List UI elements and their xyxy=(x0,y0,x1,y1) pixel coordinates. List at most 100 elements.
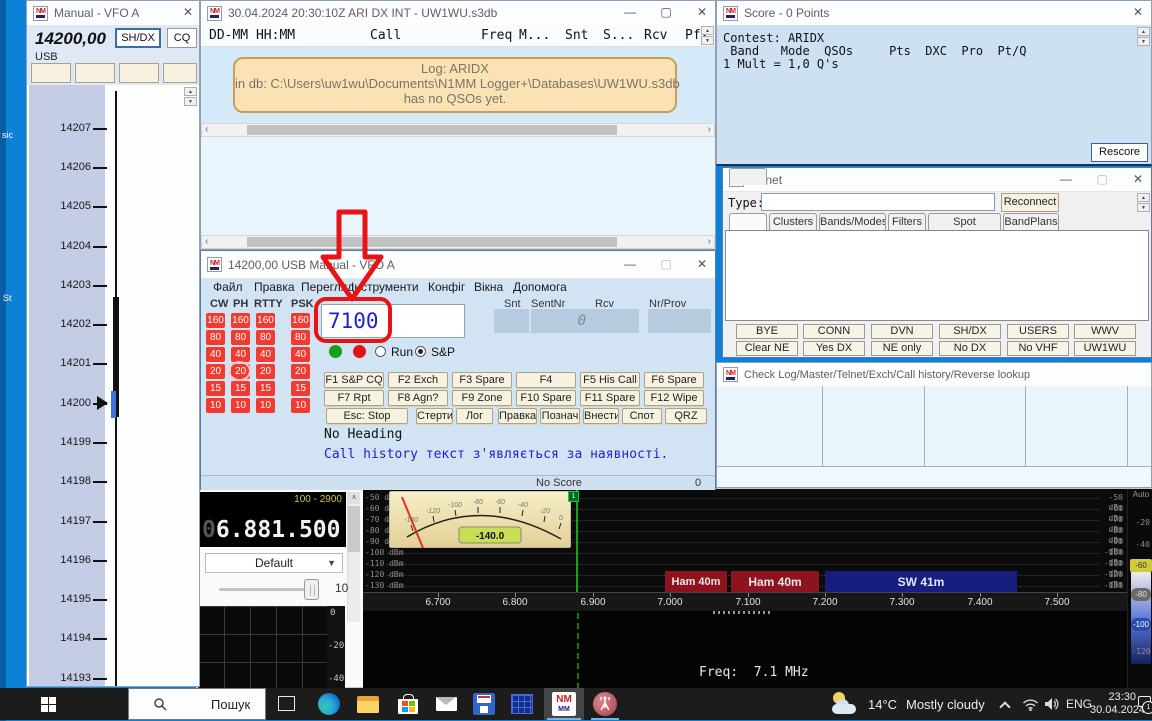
band-button[interactable]: 40 xyxy=(206,347,225,362)
telnet-ne-only-button[interactable]: NE only xyxy=(871,341,933,356)
store-button[interactable]: Внести xyxy=(583,408,619,424)
score-spinner[interactable]: ▲▼ xyxy=(1137,27,1150,47)
bandmap-map[interactable]: 14207 14206 14205 14204 14203 14202 1420… xyxy=(27,85,199,686)
tab-filters[interactable]: Filters xyxy=(888,213,926,230)
band-button[interactable]: 160 xyxy=(206,313,225,328)
log-column-header[interactable]: Snt xyxy=(565,28,588,43)
wipe-button[interactable]: Стерти xyxy=(416,408,453,424)
sdr-volume-slider-thumb[interactable] xyxy=(304,579,319,600)
telnet-output[interactable] xyxy=(725,230,1149,321)
n1mm-taskbar-slot[interactable]: NM MM xyxy=(544,688,584,720)
tab-spot-comment[interactable]: Spot Comment xyxy=(928,213,1001,230)
telnet-spinner[interactable]: ▲▼ xyxy=(1137,193,1150,213)
menu-view[interactable]: Перегляд xyxy=(301,280,354,294)
log-column-header[interactable]: M... xyxy=(519,28,550,43)
telnet-shdx-button[interactable]: SH/DX xyxy=(939,324,1001,339)
clock[interactable]: 23:30 30.04.2024 xyxy=(1090,691,1136,717)
telnet-clear-ne-button[interactable]: Clear NE xyxy=(736,341,798,356)
sp-radio[interactable] xyxy=(415,346,426,357)
bandmap-spinner[interactable]: ▲▼ xyxy=(184,87,197,107)
band-button[interactable]: 10 xyxy=(291,398,310,413)
menu-edit[interactable]: Правка xyxy=(254,280,295,294)
menu-config[interactable]: Конфіг xyxy=(428,280,465,294)
f7-button[interactable]: F7 Rpt Exch xyxy=(324,390,384,406)
log-column-header[interactable]: Freq xyxy=(481,28,512,43)
edge-icon[interactable] xyxy=(318,693,340,715)
nrprov-field[interactable] xyxy=(648,309,711,333)
sdr-spectrum[interactable]: -50 dBm -60 dBm -70 dBm -80 dBm -90 dBm … xyxy=(363,489,1127,689)
rescore-button[interactable]: Rescore xyxy=(1091,143,1148,162)
band-button[interactable]: 40 xyxy=(231,347,250,362)
log-column-header[interactable]: DD-MM HH:MM xyxy=(209,28,295,43)
tray-chevron-icon[interactable] xyxy=(999,701,1010,712)
scroll-right-icon[interactable]: › xyxy=(708,124,711,135)
language-indicator[interactable]: ENG xyxy=(1066,697,1092,711)
weather-condition[interactable]: Mostly cloudy xyxy=(906,697,985,712)
level-chip[interactable]: -80 xyxy=(1131,588,1151,601)
close-icon[interactable]: ✕ xyxy=(1129,5,1147,19)
weather-icon[interactable] xyxy=(830,692,864,716)
band-button[interactable]: 15 xyxy=(291,381,310,396)
close-icon[interactable]: ✕ xyxy=(179,5,197,19)
scroll-right-icon[interactable]: › xyxy=(708,236,711,247)
callsign-input[interactable]: 7100 xyxy=(321,304,465,338)
bandmap-field[interactable] xyxy=(163,63,197,83)
scroll-left-icon[interactable]: ‹ xyxy=(205,124,208,135)
run-radio[interactable] xyxy=(375,346,386,357)
tab-bands-modes[interactable]: Bands/Modes xyxy=(819,213,886,230)
telnet-no-dx-button[interactable]: No DX xyxy=(939,341,1001,356)
menu-file[interactable]: Файл xyxy=(213,280,243,294)
scrollbar-thumb[interactable] xyxy=(348,506,360,552)
store-icon[interactable] xyxy=(398,694,418,715)
level-chip[interactable]: -100 xyxy=(1131,618,1151,631)
file-explorer-icon[interactable] xyxy=(357,696,379,713)
sdr-volume-slider[interactable] xyxy=(219,588,311,591)
level-slider-thumb[interactable]: -60 xyxy=(1130,559,1152,572)
band-button[interactable]: 160 xyxy=(256,313,275,328)
band-button[interactable]: 80 xyxy=(206,330,225,345)
menu-windows[interactable]: Вікна xyxy=(474,280,503,294)
f4-button[interactable]: F4 UW1WU xyxy=(516,372,576,388)
f10-button[interactable]: F10 Spare xyxy=(516,390,576,406)
band-button[interactable]: 15 xyxy=(231,381,250,396)
score-titlebar[interactable]: NM Score - 0 Points xyxy=(717,1,1151,26)
telnet-no-vhf-button[interactable]: No VHF xyxy=(1007,341,1069,356)
qrz-button[interactable]: QRZ xyxy=(665,408,707,424)
band-button[interactable]: 20 xyxy=(256,364,275,379)
minimize-icon[interactable]: — xyxy=(1057,172,1075,186)
f6-button[interactable]: F6 Spare xyxy=(644,372,704,388)
floppy-save-icon[interactable] xyxy=(473,693,495,715)
check-titlebar[interactable]: NM Check Log/Master/Telnet/Exch/Call his… xyxy=(717,363,1151,387)
log-button[interactable]: Лог xyxy=(456,408,493,424)
log-hscrollbar-2[interactable]: ‹ › xyxy=(201,235,715,249)
telnet-users-button[interactable]: USERS xyxy=(1007,324,1069,339)
band-button[interactable]: 10 xyxy=(206,398,225,413)
telnet-wwv-button[interactable]: WWV xyxy=(1074,324,1136,339)
wifi-icon[interactable] xyxy=(1022,698,1039,711)
sp-radio-label[interactable]: S&P xyxy=(431,345,455,359)
mail-icon[interactable] xyxy=(436,697,457,711)
band-button[interactable]: 20 xyxy=(291,364,310,379)
scroll-left-icon[interactable]: ‹ xyxy=(205,236,208,247)
mark-button[interactable]: Познач xyxy=(540,408,580,424)
f2-button[interactable]: F2 Exch xyxy=(388,372,448,388)
level-auto-label[interactable]: Auto xyxy=(1128,490,1152,499)
menu-help[interactable]: Допомога xyxy=(513,280,567,294)
sdr-profile-dropdown[interactable]: Default ▼ xyxy=(205,553,343,573)
rcv-field[interactable] xyxy=(589,309,639,333)
sdr-taskbar-slot[interactable] xyxy=(586,688,624,720)
band-button[interactable]: 10 xyxy=(256,398,275,413)
close-icon[interactable]: ✕ xyxy=(693,257,711,271)
task-view-icon[interactable] xyxy=(278,696,295,711)
shdx-button[interactable]: SH/DX xyxy=(115,28,161,48)
snt-field[interactable] xyxy=(494,309,529,333)
minimize-icon[interactable]: — xyxy=(621,5,639,19)
band-button[interactable]: 40 xyxy=(256,347,275,362)
bandmap-titlebar[interactable]: NM Manual - VFO A xyxy=(27,1,199,26)
tab-bandplans[interactable]: BandPlans xyxy=(1003,213,1059,230)
band-button[interactable]: 20 xyxy=(206,364,225,379)
band-button[interactable]: 10 xyxy=(231,398,250,413)
scroll-up-icon[interactable]: ∧ xyxy=(348,492,360,504)
tab-clusters[interactable]: Clusters xyxy=(769,213,817,230)
band-button[interactable]: 15 xyxy=(256,381,275,396)
